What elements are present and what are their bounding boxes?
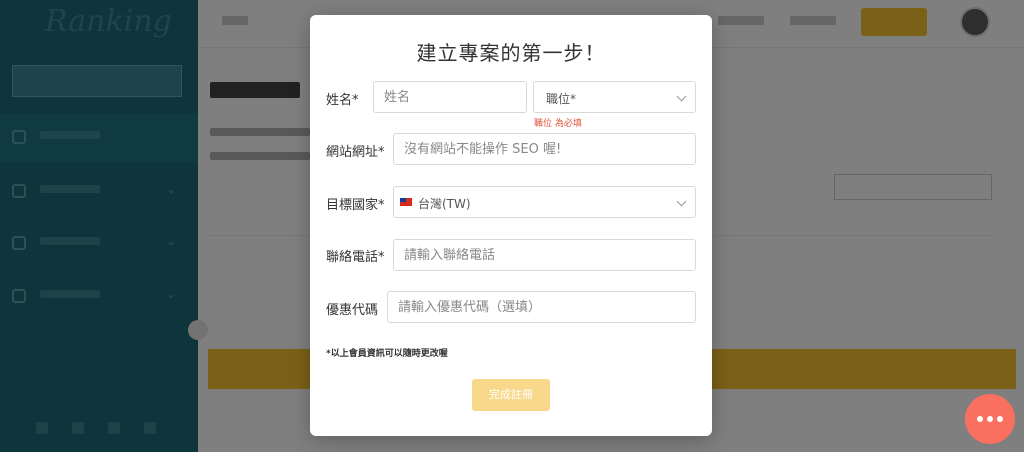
position-error: 職位 為必填 [534, 119, 582, 129]
name-input[interactable] [374, 82, 526, 112]
country-label: 目標國家* [326, 198, 385, 213]
chat-dot [997, 416, 1003, 422]
phone-input[interactable] [394, 240, 695, 270]
modal-title: 建立專案的第一步！ [416, 41, 606, 65]
website-input[interactable] [394, 134, 695, 164]
info-note: *以上會員資訊可以隨時更改喔 [326, 349, 448, 359]
submit-button[interactable]: 完成註冊 [472, 379, 550, 411]
country-select-value: 台灣(TW) [418, 197, 471, 211]
chevron-down-icon [676, 196, 687, 207]
promo-input[interactable] [388, 292, 695, 322]
country-select[interactable]: 台灣(TW) [393, 186, 696, 218]
name-field[interactable] [373, 81, 527, 113]
promo-field[interactable] [387, 291, 696, 323]
signup-modal: 建立專案的第一步！ 姓名* 職位* 職位 為必填 網站網址* 目標國家* 台灣(… [310, 15, 712, 436]
position-select-value: 職位* [546, 92, 577, 106]
tw-flag-icon [400, 198, 412, 206]
phone-label: 聯絡電話* [326, 250, 385, 265]
name-label: 姓名* [326, 93, 359, 108]
chevron-down-icon [676, 91, 687, 102]
promo-label: 優惠代碼 [326, 303, 379, 318]
position-select[interactable]: 職位* [533, 81, 696, 113]
chat-button[interactable] [965, 394, 1015, 444]
chat-dot [987, 416, 993, 422]
chat-dot [977, 416, 983, 422]
phone-field[interactable] [393, 239, 696, 271]
website-label: 網站網址* [326, 145, 385, 160]
website-field[interactable] [393, 133, 696, 165]
